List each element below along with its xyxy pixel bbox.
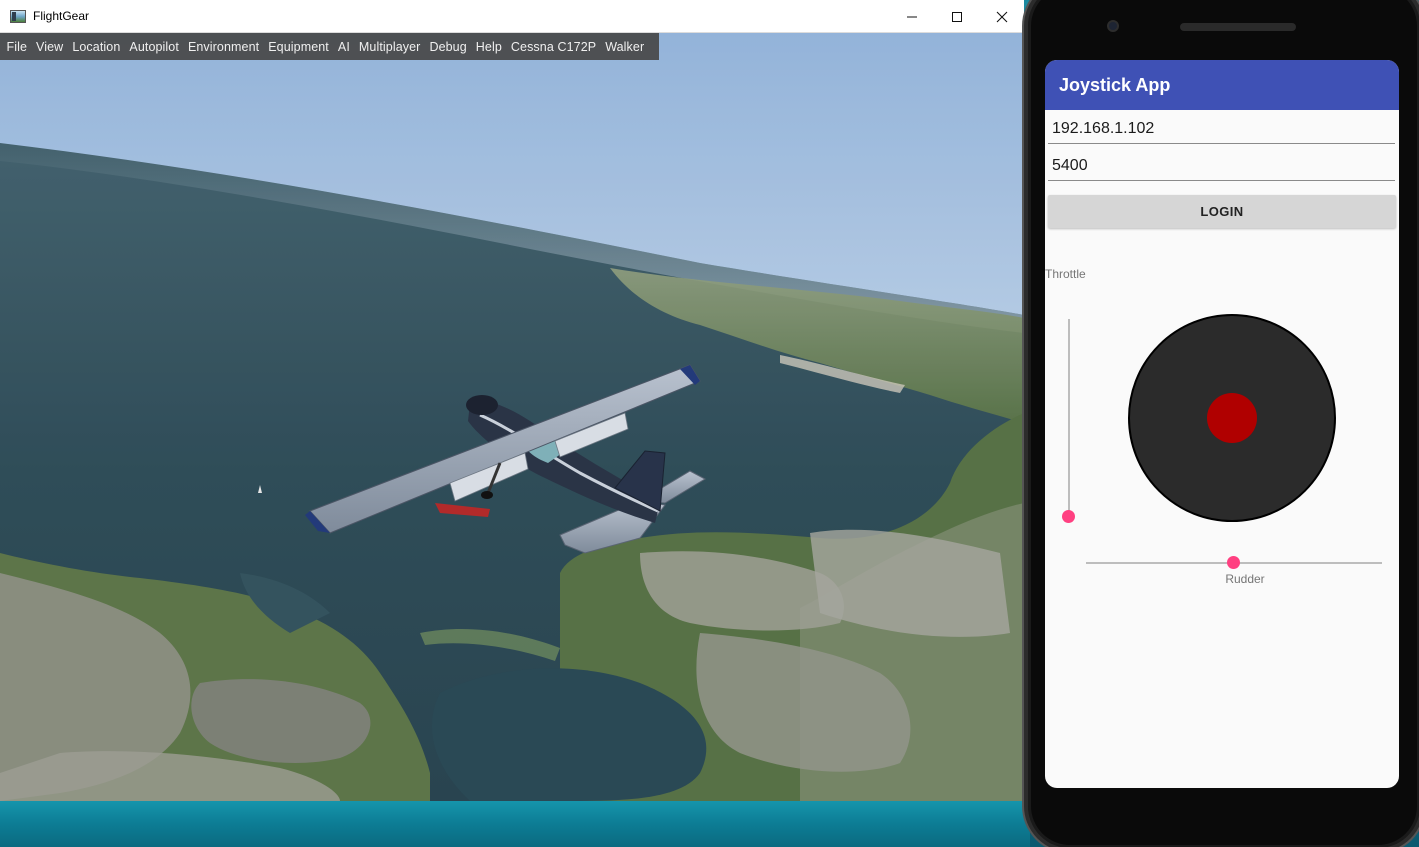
phone-emulator: Joystick App LOGIN Throttle Rudder xyxy=(1024,0,1419,847)
desktop-background xyxy=(0,800,1030,847)
menu-location[interactable]: Location xyxy=(68,40,125,54)
throttle-slider-track[interactable] xyxy=(1068,319,1070,516)
throttle-slider-thumb[interactable] xyxy=(1062,510,1075,523)
maximize-icon xyxy=(951,11,962,22)
window-titlebar[interactable]: FlightGear xyxy=(0,0,1024,33)
menu-autopilot[interactable]: Autopilot xyxy=(125,40,184,54)
menu-walker[interactable]: Walker xyxy=(601,40,649,54)
flight-scene-viewport[interactable] xyxy=(0,33,1024,801)
menu-ai[interactable]: AI xyxy=(333,40,354,54)
ip-address-input[interactable] xyxy=(1048,114,1395,144)
app-title: Joystick App xyxy=(1059,74,1171,95)
login-button[interactable]: LOGIN xyxy=(1048,195,1396,228)
minimize-button[interactable] xyxy=(889,0,934,33)
joystick-knob[interactable] xyxy=(1207,393,1257,443)
menu-view[interactable]: View xyxy=(32,40,68,54)
rudder-label: Rudder xyxy=(1225,572,1265,586)
menu-multiplayer[interactable]: Multiplayer xyxy=(354,40,425,54)
close-icon xyxy=(996,11,1007,22)
window-title: FlightGear xyxy=(33,9,90,23)
menu-aircraft[interactable]: Cessna C172P xyxy=(506,40,600,54)
app-bar: Joystick App xyxy=(1045,60,1399,110)
minimize-icon xyxy=(906,16,917,17)
menu-help[interactable]: Help xyxy=(471,40,506,54)
menu-file[interactable]: File xyxy=(2,40,32,54)
menu-debug[interactable]: Debug xyxy=(425,40,471,54)
phone-screen: Joystick App LOGIN Throttle Rudder xyxy=(1045,60,1399,788)
throttle-label: Throttle xyxy=(1045,267,1086,281)
menu-environment[interactable]: Environment xyxy=(183,40,263,54)
flightgear-app-icon xyxy=(10,9,26,23)
menu-equipment[interactable]: Equipment xyxy=(264,40,334,54)
camera-icon xyxy=(1107,20,1119,32)
close-button[interactable] xyxy=(979,0,1024,33)
flightgear-menubar: File View Location Autopilot Environment… xyxy=(0,33,659,60)
speaker-grille xyxy=(1180,23,1296,31)
window-controls xyxy=(889,0,1024,33)
flight-scene xyxy=(0,33,1024,801)
flightgear-window: FlightGear File View Location Autopilot … xyxy=(0,0,1024,801)
rudder-slider-thumb[interactable] xyxy=(1227,556,1240,569)
maximize-button[interactable] xyxy=(934,0,979,33)
port-input[interactable] xyxy=(1048,151,1395,181)
